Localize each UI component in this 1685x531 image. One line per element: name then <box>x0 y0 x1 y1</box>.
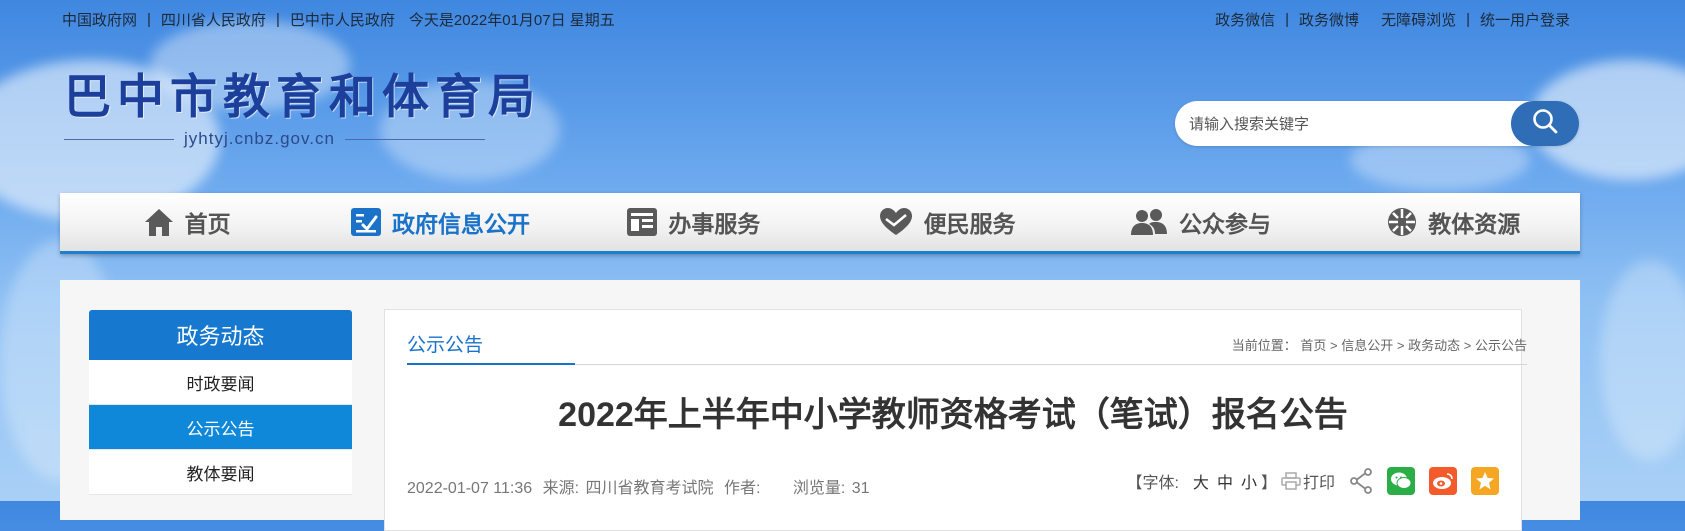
topbar-left: 中国政府网 | 四川省人民政府 | 巴中市人民政府 今天是2022年01月07日… <box>62 9 615 30</box>
sidebar-item-news[interactable]: 时政要闻 <box>89 360 352 405</box>
nav-item-label: 便民服务 <box>923 211 1016 237</box>
sidebar-item-education-news[interactable]: 教体要闻 <box>89 450 352 495</box>
people-icon <box>1129 207 1169 237</box>
favorite-button[interactable] <box>1471 467 1499 495</box>
logo-domain: jyhtyj.cnbz.gov.cn <box>184 129 335 148</box>
view-count: 31 <box>851 480 870 497</box>
nav-item-services[interactable]: 办事服务 <box>567 193 820 251</box>
divider <box>344 138 485 140</box>
breadcrumb-info[interactable]: 信息公开 <box>1341 338 1393 353</box>
search-icon <box>1531 107 1559 140</box>
article-source: 四川省教育考试院 <box>585 480 714 497</box>
breadcrumb-separator: > <box>1463 338 1472 353</box>
search-button[interactable] <box>1511 101 1579 146</box>
breadcrumb-separator: > <box>1330 338 1338 353</box>
font-size-medium[interactable]: 中 <box>1217 469 1233 493</box>
resource-icon <box>1386 206 1418 238</box>
nav-item-resources[interactable]: 教体资源 <box>1327 193 1580 251</box>
weibo-icon <box>1432 471 1454 491</box>
wechat-icon <box>1390 471 1412 491</box>
separator: | <box>275 11 280 28</box>
link-wechat[interactable]: 政务微信 <box>1215 9 1275 30</box>
content-area: 政务动态 时政要闻 公示公告 教体要闻 公示公告 当前位置： 首页 > 信息公开… <box>60 280 1580 531</box>
nav-item-home[interactable]: 首页 <box>60 193 313 251</box>
article-title: 2022年上半年中小学教师资格考试（笔试）报名公告 <box>558 396 1348 434</box>
main-nav: 首页 政府信息公开 办事服务 便民服务 公众参与 教体资源 <box>60 193 1580 254</box>
tab-announcements[interactable]: 公示公告 <box>407 330 575 365</box>
breadcrumb: 当前位置： 首页 > 信息公开 > 政务动态 > 公示公告 <box>1232 335 1527 354</box>
separator: | <box>1285 11 1290 28</box>
site-logo[interactable]: 巴中市教育和体育局 jyhtyj.cnbz.gov.cn <box>64 74 541 149</box>
nav-item-participation[interactable]: 公众参与 <box>1073 193 1326 251</box>
section-header: 公示公告 当前位置： 首页 > 信息公开 > 政务动态 > 公示公告 <box>407 330 1527 365</box>
heart-hands-icon <box>878 207 914 237</box>
font-size-label: 【字体: <box>1126 475 1179 492</box>
service-icon <box>626 207 658 237</box>
date-text: 今天是2022年01月07日 星期五 <box>408 12 615 29</box>
article-datetime: 2022-01-07 11:36 <box>407 480 533 497</box>
breadcrumb-separator: > <box>1396 338 1405 353</box>
link-bazhong-gov[interactable]: 巴中市人民政府 <box>290 9 395 30</box>
nav-item-label: 办事服务 <box>668 211 761 237</box>
topbar-right: 政务微信 | 政务微博 无障碍浏览 | 统一用户登录 <box>1215 9 1570 30</box>
search-box <box>1175 101 1579 148</box>
link-weibo[interactable]: 政务微博 <box>1299 9 1359 30</box>
share-icon[interactable] <box>1349 468 1373 494</box>
link-accessibility[interactable]: 无障碍浏览 <box>1381 9 1456 30</box>
nav-item-label: 公众参与 <box>1178 211 1271 237</box>
breadcrumb-home[interactable]: 首页 <box>1300 338 1326 353</box>
nav-item-label: 政府信息公开 <box>391 211 530 237</box>
link-china-gov[interactable]: 中国政府网 <box>62 9 137 30</box>
nav-item-label: 教体资源 <box>1428 211 1521 237</box>
separator: | <box>147 11 151 28</box>
nav-item-label: 首页 <box>184 211 231 237</box>
print-button[interactable]: 打印 <box>1281 469 1335 493</box>
weibo-share-button[interactable] <box>1429 467 1457 495</box>
sidebar-title: 政务动态 <box>89 310 352 360</box>
breadcrumb-dynamics[interactable]: 政务动态 <box>1408 338 1460 353</box>
star-icon <box>1475 471 1495 491</box>
author-label: 作者: <box>723 480 761 497</box>
wechat-share-button[interactable] <box>1387 467 1415 495</box>
divider <box>64 138 174 140</box>
printer-icon <box>1281 472 1301 490</box>
search-input[interactable] <box>1187 101 1491 148</box>
sidebar-item-announcements[interactable]: 公示公告 <box>89 405 352 450</box>
link-sichuan-gov[interactable]: 四川省人民政府 <box>161 9 266 30</box>
article-panel: 公示公告 当前位置： 首页 > 信息公开 > 政务动态 > 公示公告 2022年… <box>384 309 1527 531</box>
article-tools: 【字体: 大 中 小 】 打印 <box>1126 467 1499 495</box>
bracket: 】 <box>1260 475 1277 492</box>
breadcrumb-announcements[interactable]: 公示公告 <box>1475 338 1527 353</box>
font-size-small[interactable]: 小 <box>1241 469 1257 493</box>
source-label: 来源: <box>542 480 580 497</box>
home-icon <box>143 207 175 237</box>
sidebar: 政务动态 时政要闻 公示公告 教体要闻 <box>89 310 352 495</box>
views-label: 浏览量: <box>792 480 846 497</box>
font-size-large[interactable]: 大 <box>1193 469 1209 493</box>
article-meta: 2022-01-07 11:36 来源: 四川省教育考试院 作者: 浏览量: 3… <box>407 474 876 498</box>
checklist-icon <box>350 207 382 237</box>
separator: | <box>1466 11 1470 28</box>
logo-title: 巴中市教育和体育局 <box>64 70 541 125</box>
nav-item-gov-info[interactable]: 政府信息公开 <box>313 193 566 251</box>
link-login[interactable]: 统一用户登录 <box>1480 9 1570 30</box>
print-label: 打印 <box>1302 475 1335 492</box>
nav-item-convenience[interactable]: 便民服务 <box>820 193 1073 251</box>
breadcrumb-prefix: 当前位置： <box>1231 338 1297 353</box>
